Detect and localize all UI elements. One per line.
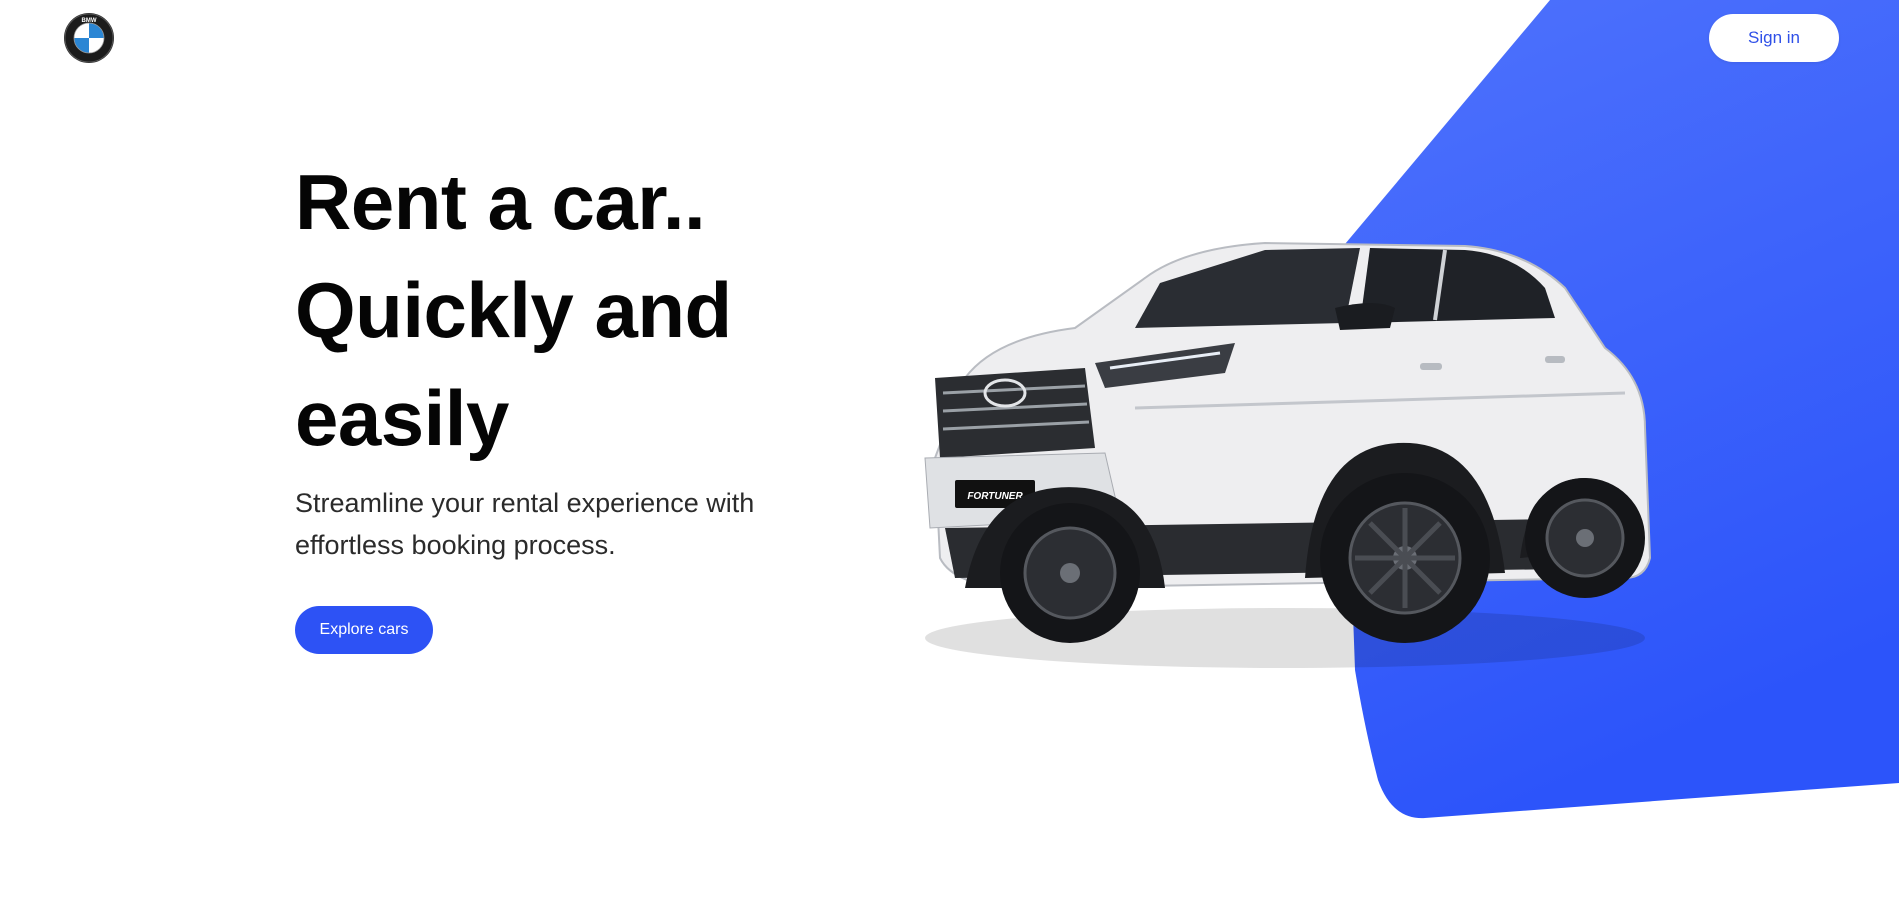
hero-subtext: Streamline your rental experience with e…	[295, 482, 815, 566]
white-suv-car-icon: FORTUNER	[924, 241, 1652, 668]
subtext-line-2: effortless booking process.	[295, 530, 616, 560]
headline-line-2: Quickly and	[295, 266, 732, 354]
bmw-roundel-icon: BMW	[64, 13, 114, 63]
explore-cars-button[interactable]: Explore cars	[295, 606, 433, 654]
bmw-logo[interactable]: BMW	[63, 12, 115, 64]
landing-page: BMW Sign in Rent a car.. Quickly and eas…	[0, 0, 1899, 911]
subtext-line-1: Streamline your rental experience with	[295, 488, 755, 518]
headline-line-1: Rent a car..	[295, 158, 706, 246]
svg-text:BMW: BMW	[82, 18, 97, 24]
hero-headline: Rent a car.. Quickly and easily	[295, 148, 855, 472]
sign-in-button[interactable]: Sign in	[1709, 14, 1839, 62]
svg-text:FORTUNER: FORTUNER	[967, 491, 1023, 502]
headline-line-3: easily	[295, 374, 509, 462]
